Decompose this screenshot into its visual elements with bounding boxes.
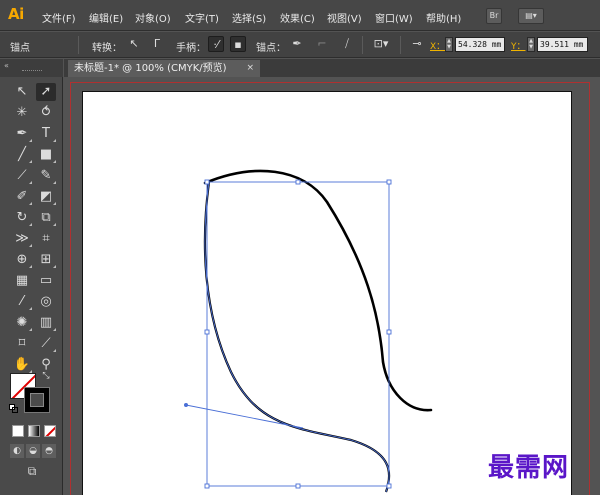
- menu-effect[interactable]: 效果(C): [280, 10, 315, 25]
- direction-handle[interactable]: [185, 404, 304, 429]
- show-handles-icon[interactable]: ·⁄: [208, 36, 224, 52]
- convert-label: 转换：: [92, 43, 122, 54]
- document-tab-strip: 未标题-1* @ 100% (CMYK/预览) ×: [64, 59, 600, 77]
- isolate-selection-icon[interactable]: ⊡▾: [368, 36, 394, 52]
- tools-panel: « ↖ ➚ ✳ ⥀ ✒ T ╱ ■ ⟋ ✎ ✐ ◩ ↻ ⧉ ≫ ⌗ ⊕ ⊞ ▦ …: [0, 59, 63, 495]
- canvas-area[interactable]: [64, 77, 600, 495]
- x-field[interactable]: 54.328 mm: [455, 37, 505, 52]
- connect-anchors-icon[interactable]: ⌐: [314, 36, 330, 52]
- line-segment-tool-icon[interactable]: ╱: [12, 146, 32, 164]
- hand-tool-icon[interactable]: ✋: [12, 356, 32, 374]
- y-label: Y：: [511, 42, 526, 52]
- divider: [362, 36, 363, 54]
- workspace-switcher-button[interactable]: ▤▾: [518, 8, 544, 24]
- pen-tool-icon[interactable]: ✒: [12, 125, 32, 143]
- x-stepper[interactable]: ▲ ▼: [445, 37, 453, 52]
- divider: [78, 36, 79, 54]
- width-tool-icon[interactable]: ≫: [12, 230, 32, 248]
- free-transform-tool-icon[interactable]: ⌗: [36, 230, 56, 248]
- document-tab-title: 未标题-1* @ 100% (CMYK/预览): [74, 63, 227, 74]
- document-tab[interactable]: 未标题-1* @ 100% (CMYK/预览) ×: [68, 60, 260, 77]
- artboard[interactable]: [82, 91, 572, 495]
- menu-help[interactable]: 帮助(H): [426, 10, 461, 25]
- menu-file[interactable]: 文件(F): [42, 10, 76, 25]
- bridge-button[interactable]: Br: [486, 8, 502, 24]
- swap-fill-stroke-icon[interactable]: ⤡: [40, 370, 52, 382]
- menu-window[interactable]: 窗口(W): [375, 10, 413, 25]
- remove-anchor-icon[interactable]: ✒: [289, 36, 305, 52]
- convert-to-smooth-icon[interactable]: ᒥ: [149, 36, 165, 52]
- slice-tool-icon[interactable]: ⟋: [36, 335, 56, 353]
- control-bar: 锚点 转换： ↖ ᒥ 手柄： ·⁄ ▪ 锚点： ✒ ⌐ ⧸ ⊡▾ ⊸ X： ▲ ▼…: [0, 32, 600, 58]
- watermark: 最需网: [488, 453, 570, 483]
- menu-bar: Ai 文件(F) 编辑(E) 对象(O) 文字(T) 选择(S) 效果(C) 视…: [0, 0, 600, 31]
- bounding-box-handles[interactable]: [204, 179, 392, 489]
- perspective-grid-tool-icon[interactable]: ⊞: [36, 251, 56, 269]
- hide-handles-icon[interactable]: ▪: [230, 36, 246, 52]
- draw-behind-icon[interactable]: ◒: [26, 444, 40, 458]
- paintbrush-tool-icon[interactable]: ⟋: [12, 167, 32, 185]
- default-fill-stroke-icon[interactable]: [9, 404, 19, 414]
- screen-mode-icon[interactable]: ⧉: [22, 463, 42, 479]
- none-mode-button[interactable]: [44, 425, 56, 437]
- direction-handle-point[interactable]: [184, 403, 188, 407]
- symbol-sprayer-tool-icon[interactable]: ✺: [12, 314, 32, 332]
- y-field[interactable]: 39.511 mm: [537, 37, 588, 52]
- menu-view[interactable]: 视图(V): [327, 10, 362, 25]
- mode-label: 锚点: [10, 43, 30, 54]
- blend-tool-icon[interactable]: ◎: [36, 293, 56, 311]
- rectangle-tool-icon[interactable]: ■: [36, 146, 56, 164]
- rotate-tool-icon[interactable]: ↻: [12, 209, 32, 227]
- draw-inside-icon[interactable]: ◓: [42, 444, 56, 458]
- selection-tool-icon[interactable]: ↖: [12, 83, 32, 101]
- selected-path-outline: [204, 181, 390, 493]
- align-anchor-icon[interactable]: ⊸: [408, 36, 426, 52]
- eyedropper-tool-icon[interactable]: ⁄: [12, 293, 32, 311]
- tools-panel-header: «: [0, 59, 63, 77]
- stroke-swatch[interactable]: [24, 387, 50, 413]
- artwork[interactable]: [83, 92, 573, 495]
- mesh-tool-icon[interactable]: ▦: [12, 272, 32, 290]
- menu-select[interactable]: 选择(S): [232, 10, 266, 25]
- shape-builder-tool-icon[interactable]: ⊕: [12, 251, 32, 269]
- column-graph-tool-icon[interactable]: ▥: [36, 314, 56, 332]
- menu-type[interactable]: 文字(T): [185, 10, 219, 25]
- pencil-tool-icon[interactable]: ✎: [36, 167, 56, 185]
- selected-path[interactable]: [203, 181, 391, 493]
- menu-edit[interactable]: 编辑(E): [89, 10, 123, 25]
- scale-tool-icon[interactable]: ⧉: [36, 209, 56, 227]
- eraser-tool-icon[interactable]: ◩: [36, 188, 56, 206]
- magic-wand-tool-icon[interactable]: ✳: [12, 104, 32, 122]
- app-logo: Ai: [8, 5, 24, 23]
- collapse-icon[interactable]: «: [4, 61, 9, 70]
- gradient-tool-icon[interactable]: ▭: [36, 272, 56, 290]
- handles-label: 手柄：: [176, 43, 206, 54]
- type-tool-icon[interactable]: T: [36, 125, 56, 143]
- menu-object[interactable]: 对象(O): [135, 10, 171, 25]
- grip-handle[interactable]: [22, 70, 42, 72]
- cut-path-icon[interactable]: ⧸: [339, 36, 355, 52]
- lasso-tool-icon[interactable]: ⥀: [36, 104, 56, 122]
- color-mode-button[interactable]: [12, 425, 24, 437]
- x-label: X：: [430, 42, 446, 52]
- gradient-mode-button[interactable]: [28, 425, 40, 437]
- close-icon[interactable]: ×: [246, 60, 254, 77]
- blob-brush-tool-icon[interactable]: ✐: [12, 188, 32, 206]
- direct-selection-tool-icon[interactable]: ➚: [36, 83, 56, 101]
- anchors-label: 锚点：: [256, 43, 286, 54]
- bounding-box: [206, 181, 390, 487]
- artboard-tool-icon[interactable]: ⌑: [12, 335, 32, 353]
- convert-to-corner-icon[interactable]: ↖: [126, 36, 142, 52]
- divider: [400, 36, 401, 54]
- draw-normal-icon[interactable]: ◐: [10, 444, 24, 458]
- y-stepper[interactable]: ▲ ▼: [527, 37, 535, 52]
- black-path[interactable]: [203, 169, 433, 412]
